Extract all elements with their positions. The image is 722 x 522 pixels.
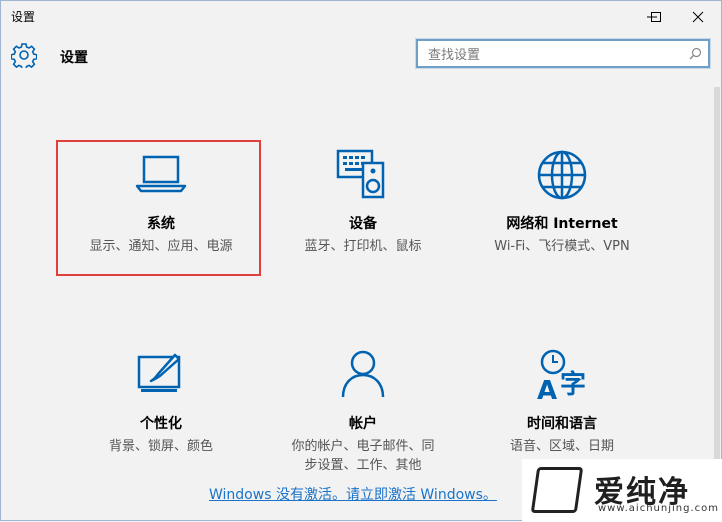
person-icon — [341, 350, 385, 398]
time-language-icon: A 字 — [537, 349, 586, 401]
globe-icon — [537, 150, 587, 200]
close-icon — [692, 11, 704, 22]
tile-accounts-desc: 你的帐户、电子邮件、同步设置、工作、其他 — [291, 439, 435, 473]
tile-network-label: 网络和 Internet — [506, 216, 618, 232]
watermark-logo-icon — [530, 467, 584, 513]
title-bar[interactable]: 设置 — [1, 1, 721, 32]
selection-highlight — [56, 140, 261, 276]
tile-accounts-label: 帐户 — [349, 416, 377, 432]
close-button[interactable] — [675, 1, 721, 32]
tile-time-language[interactable]: A 字 时间和语言 语音、区域、日期 — [457, 349, 667, 456]
watermark-url: www.aichunjing.com — [598, 503, 719, 514]
watermark: 爱纯净 www.aichunjing.com — [522, 459, 722, 522]
search-box[interactable] — [416, 39, 710, 68]
tile-personalization-desc: 背景、锁屏、颜色 — [108, 439, 213, 454]
svg-text:字: 字 — [560, 369, 586, 400]
paint-monitor-icon — [137, 353, 181, 392]
tile-personalization[interactable]: 个性化 背景、锁屏、颜色 — [56, 349, 266, 456]
activate-windows-link[interactable]: Windows 没有激活。请立即激活 Windows。 — [209, 484, 497, 504]
search-icon[interactable] — [689, 47, 702, 60]
tile-network[interactable]: 网络和 Internet Wi-Fi、飞行模式、VPN — [457, 149, 667, 256]
tile-devices-desc: 蓝牙、打印机、鼠标 — [304, 239, 422, 254]
keyboard-speaker-icon — [336, 149, 385, 199]
tile-time-language-desc: 语音、区域、日期 — [509, 439, 614, 454]
tile-devices-label: 设备 — [349, 216, 377, 232]
svg-text:A: A — [537, 376, 557, 401]
window-title: 设置 — [11, 10, 36, 24]
maximize-button[interactable] — [633, 1, 679, 32]
settings-header: 设置 — [1, 36, 721, 80]
tile-time-language-label: 时间和语言 — [527, 416, 597, 432]
search-input[interactable] — [426, 45, 680, 65]
scrollbar[interactable] — [714, 87, 720, 467]
tile-network-desc: Wi-Fi、飞行模式、VPN — [494, 239, 630, 254]
maximize-icon — [651, 11, 661, 22]
tile-accounts[interactable]: 帐户 你的帐户、电子邮件、同步设置、工作、其他 — [258, 349, 468, 475]
tile-personalization-label: 个性化 — [140, 416, 182, 432]
gear-icon — [11, 43, 37, 68]
page-title: 设置 — [60, 50, 88, 66]
settings-window: 设置 设置 查找设置 系统 显示、通知、应用、电源 设备 蓝牙、打印机、鼠标 网… — [0, 0, 722, 522]
tile-devices[interactable]: 设备 蓝牙、打印机、鼠标 — [258, 149, 468, 256]
